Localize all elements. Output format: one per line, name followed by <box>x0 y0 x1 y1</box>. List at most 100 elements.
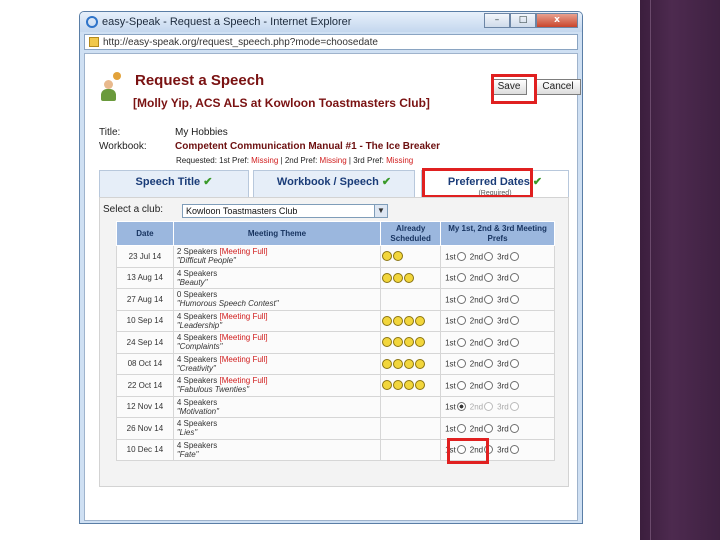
speaker-smiley-icon <box>404 272 415 283</box>
pref-radio-1st[interactable] <box>456 294 466 304</box>
row-speakers: 4 Speakers <box>176 268 218 278</box>
pref-radio-2nd[interactable] <box>484 251 494 261</box>
row-prefs: 1st 2nd 3rd <box>440 374 555 397</box>
pref-label: 3rd <box>497 273 509 283</box>
col-theme: Meeting Theme <box>172 221 382 246</box>
table-row: 23 Jul 14 2 Speakers [Meeting Full] "Diffi… <box>116 245 555 268</box>
pref-radio-3rd[interactable] <box>509 251 519 261</box>
pref-radio-1st[interactable] <box>456 380 466 390</box>
row-speakers: 2 Speakers <box>176 247 218 257</box>
speaker-smiley-icon <box>404 337 415 348</box>
pref-radio-2nd[interactable] <box>484 294 494 304</box>
row-prefs: 1st 2nd 3rd <box>440 331 555 354</box>
pref-label: 3rd <box>497 445 509 455</box>
pref-radio-1st[interactable] <box>456 251 466 261</box>
decorative-band <box>640 0 720 540</box>
slide-background: easy-Speak - Request a Speech - Internet… <box>0 0 720 540</box>
pref-radio-3rd[interactable] <box>509 273 519 283</box>
pref-radio-3rd[interactable] <box>509 337 519 347</box>
pref-radio-2nd[interactable] <box>484 359 494 369</box>
row-theme-name: "Fate" <box>176 449 199 459</box>
chevron-down-icon[interactable]: ▼ <box>374 205 387 217</box>
maximize-button[interactable]: □ <box>510 13 536 28</box>
pref-radio-1st[interactable] <box>456 337 466 347</box>
speaker-smiley-icon <box>415 315 426 326</box>
row-theme: 4 Speakers [Meeting Full] "Complaints" <box>172 331 382 354</box>
pref-radio-2nd[interactable] <box>484 337 494 347</box>
pref-radio-3rd[interactable] <box>509 402 519 412</box>
page-header: Request a Speech [Molly Yip, ACS ALS at … <box>99 66 581 112</box>
row-prefs: 1st 2nd 3rd <box>440 266 555 289</box>
minimize-button[interactable]: – <box>484 13 510 28</box>
title-label: Title: <box>99 127 121 138</box>
row-date: 27 Aug 14 <box>116 288 174 311</box>
pref-radio-2nd[interactable] <box>484 380 494 390</box>
pref-label: 1st <box>445 359 456 369</box>
pref-radio-3rd[interactable] <box>509 380 519 390</box>
pref-radio-3rd[interactable] <box>509 294 519 304</box>
meeting-full-flag: [Meeting Full] <box>219 354 268 364</box>
pref-radio-1st[interactable] <box>456 423 466 433</box>
pref-radio-3rd[interactable] <box>509 359 519 369</box>
tab-speech-title[interactable]: Speech Title ✔ <box>99 170 249 198</box>
pref-radio-3rd[interactable] <box>509 445 519 455</box>
pref-label: 3rd <box>497 316 509 326</box>
row-date: 23 Jul 14 <box>116 245 174 268</box>
pref-radio-1st[interactable] <box>456 316 466 326</box>
row-theme: 4 Speakers [Meeting Full] "Creativity" <box>172 352 382 375</box>
pref-radio-1st[interactable] <box>456 273 466 283</box>
pref-radio-2nd[interactable] <box>484 402 494 412</box>
row-date: 12 Nov 14 <box>116 395 174 418</box>
cancel-button[interactable]: Cancel <box>535 79 581 95</box>
pref-radio-3rd[interactable] <box>509 316 519 326</box>
workbook-value: Competent Communication Manual #1 - The … <box>175 141 441 152</box>
missing-2nd: Missing <box>319 156 347 165</box>
row-speakers: 4 Speakers <box>176 333 218 343</box>
pref-label: 1st <box>445 423 456 433</box>
preferred-dates-highlight-box <box>422 168 533 198</box>
tab-workbook-speech[interactable]: Workbook / Speech ✔ <box>253 170 415 198</box>
pref-radio-1st[interactable] <box>456 359 466 369</box>
requested-prefs-status: Requested: 1st Pref: Missing | 2nd Pref:… <box>176 156 414 165</box>
meeting-full-flag: [Meeting Full] <box>219 247 268 257</box>
row-theme-name: "Beauty" <box>176 277 208 287</box>
row-speakers: 4 Speakers <box>176 376 218 386</box>
speaker-smiley-icon <box>382 380 393 391</box>
row-date: 10 Dec 14 <box>116 438 174 461</box>
pref-radio-3rd[interactable] <box>509 423 519 433</box>
speaker-smiley-icon <box>382 337 393 348</box>
row-theme-name: "Creativity" <box>176 363 216 373</box>
close-button[interactable]: x <box>536 13 578 28</box>
row-theme-name: "Humorous Speech Contest" <box>176 299 279 309</box>
meeting-full-flag: [Meeting Full] <box>219 333 268 343</box>
pref-radio-1st[interactable] <box>456 402 466 412</box>
pref-label: 1st <box>445 337 456 347</box>
pref-label: 2nd <box>469 423 484 433</box>
row-date: 08 Oct 14 <box>116 352 174 375</box>
row-scheduled <box>380 395 442 418</box>
row-theme: 4 Speakers [Meeting Full] "Leadership" <box>172 309 382 332</box>
row-theme-name: "Lies" <box>176 428 198 438</box>
table-row: 24 Sep 14 4 Speakers [Meeting Full] "Compl… <box>116 331 555 354</box>
pref-radio-2nd[interactable] <box>484 273 494 283</box>
row-scheduled <box>380 352 442 375</box>
speaker-smiley-icon <box>382 272 393 283</box>
pref-label: 3rd <box>497 337 509 347</box>
browser-window: easy-Speak - Request a Speech - Internet… <box>79 11 583 524</box>
speaker-smiley-icon <box>382 251 393 262</box>
member-club-line: [Molly Yip, ACS ALS at Kowloon Toastmast… <box>133 96 430 110</box>
pref-radio-2nd[interactable] <box>484 316 494 326</box>
pref-label: 1st <box>445 316 456 326</box>
pref-label: 1st <box>445 273 456 283</box>
row-theme: 0 Speakers "Humorous Speech Contest" <box>172 288 382 311</box>
pref-label: 3rd <box>497 294 509 304</box>
pref-label: 2nd <box>469 337 484 347</box>
speaker-smiley-icon <box>382 358 393 369</box>
row-theme-name: "Motivation" <box>176 406 219 416</box>
pref-radio-2nd[interactable] <box>484 423 494 433</box>
club-select[interactable]: Kowloon Toastmasters Club ▼ <box>182 204 388 218</box>
pref-label: 2nd <box>469 359 484 369</box>
address-bar[interactable]: http://easy-speak.org/request_speech.php… <box>84 34 578 50</box>
row-scheduled <box>380 374 442 397</box>
row-theme: 4 Speakers [Meeting Full] "Fabulous Twent… <box>172 374 382 397</box>
